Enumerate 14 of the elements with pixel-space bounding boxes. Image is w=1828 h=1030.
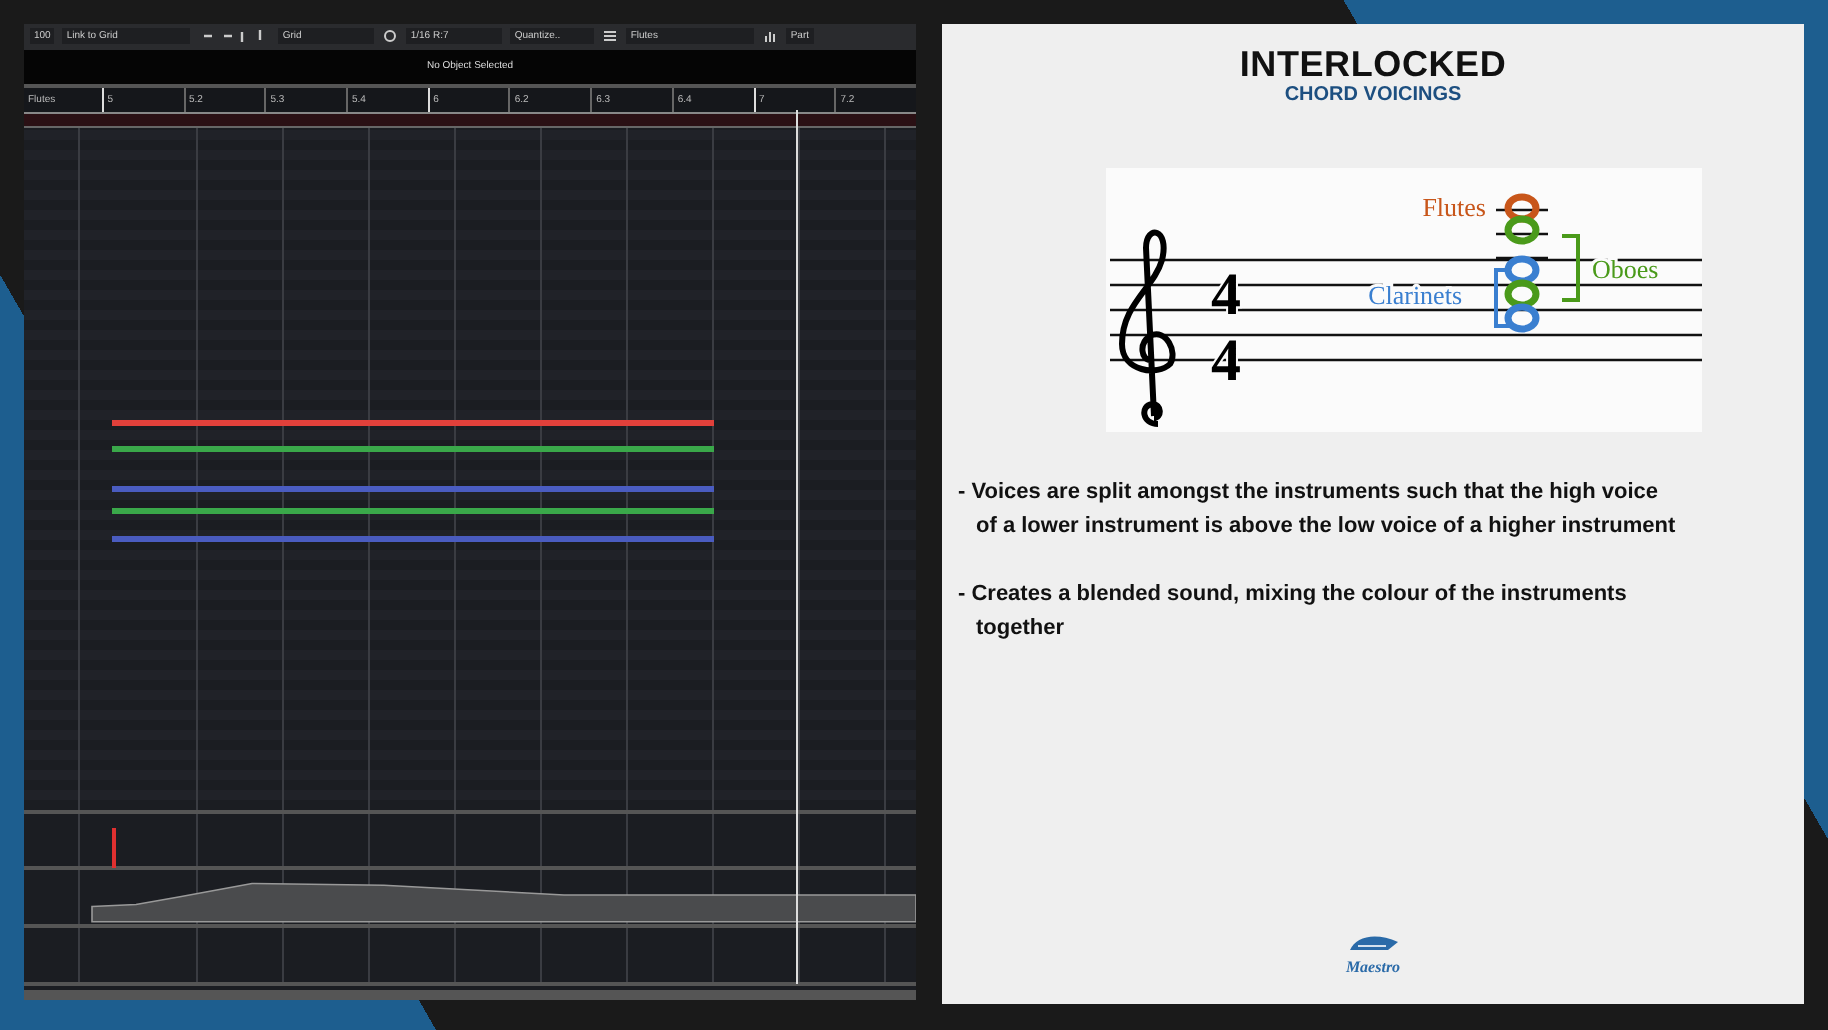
midi-note[interactable] (112, 419, 714, 426)
slide-subtitle: CHORD VOICINGS (1284, 84, 1462, 106)
midi-note[interactable] (112, 485, 714, 492)
list-icon[interactable] (602, 28, 619, 45)
midi-note[interactable] (112, 507, 714, 514)
scroll-bar[interactable] (24, 990, 916, 1000)
meter-icon[interactable] (762, 28, 779, 45)
midi-note[interactable] (112, 535, 714, 542)
bullet-text: - Voices are split amongst the instruments such that the high voice of a lower instrument is above the low voice of a higher instrument (958, 478, 1678, 542)
midi-note[interactable] (112, 445, 714, 452)
slide-title: INTERLOCKED (1239, 44, 1507, 86)
bullet-text: - Creates a blended sound, mixing the colour of the instruments together (958, 580, 1629, 644)
logo-text: Maestro (1345, 958, 1401, 976)
zoom-icon[interactable] (382, 28, 399, 45)
